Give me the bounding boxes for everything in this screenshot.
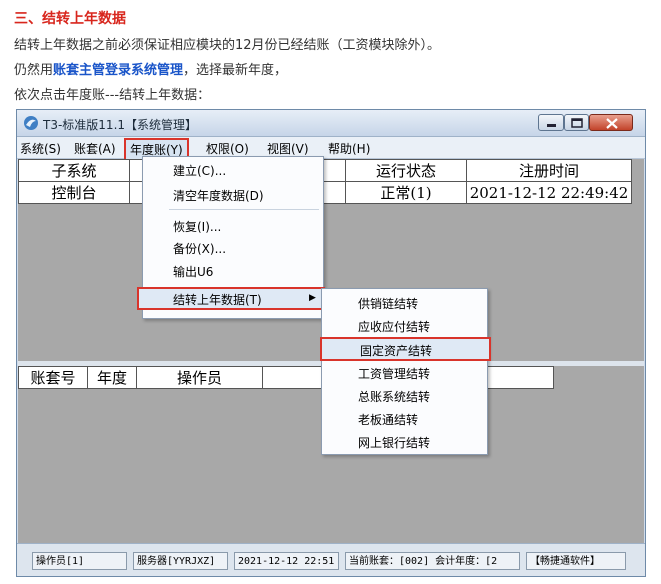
subsystem-table: 子系统 站点 运行状态 注册时间 控制台 正常(1) 2021-12-12 22…	[18, 159, 632, 204]
menu-system[interactable]: 系统(S)	[20, 140, 61, 157]
system-management-window: T3-标准版11.1【系统管理】 系统(S) 账套(A) 年度账(Y) 权限(O…	[16, 109, 646, 577]
menu-item-export-u6[interactable]: 输出U6	[173, 263, 213, 280]
column-header: 年度	[87, 366, 137, 389]
table-cell: 2021-12-12 22:49:42	[466, 181, 632, 204]
maximize-icon	[571, 118, 583, 128]
maximize-button[interactable]	[564, 114, 589, 131]
table-cell: 正常(1)	[345, 181, 467, 204]
column-header: 运行状态	[345, 159, 467, 182]
year-account-dropdown: 建立(C)... 清空年度数据(D) 恢复(I)... 备份(X)... 输出U…	[137, 156, 325, 319]
submenu-item-fixed-assets[interactable]: 固定资产结转	[320, 337, 491, 361]
column-header: 注册时间	[466, 159, 632, 182]
submenu-item-online-banking[interactable]: 网上银行结转	[358, 434, 430, 451]
menu-item-clear-year-data[interactable]: 清空年度数据(D)	[173, 187, 264, 204]
paragraph-login-post: ，选择最新年度，	[183, 63, 288, 78]
status-account-year: 当前账套：[002] 会计年度：[2	[345, 552, 520, 570]
admin-login-highlight: 账套主管登录系统管理	[53, 63, 184, 78]
menu-item-label: 结转上年数据(T)	[173, 293, 262, 307]
menu-item-carryover-prior-year[interactable]: 结转上年数据(T) ▶	[137, 287, 325, 310]
column-header: 账套号	[18, 366, 88, 389]
menu-item-create[interactable]: 建立(C)...	[173, 162, 226, 179]
paragraph-login: 仍然用账套主管登录系统管理，选择最新年度，	[14, 59, 287, 78]
submenu-item-payroll[interactable]: 工资管理结转	[358, 365, 430, 382]
submenu-arrow-icon: ▶	[309, 293, 316, 303]
section-heading: 三、结转上年数据	[14, 11, 126, 27]
column-header: 子系统	[18, 159, 130, 182]
close-button[interactable]	[589, 114, 633, 131]
submenu-item-boss-link[interactable]: 老板通结转	[358, 411, 418, 428]
close-icon	[606, 118, 618, 129]
column-header: 操作员	[136, 366, 263, 389]
minimize-button[interactable]	[538, 114, 564, 131]
submenu-item-general-ledger[interactable]: 总账系统结转	[358, 388, 430, 405]
window-title: T3-标准版11.1【系统管理】	[43, 118, 198, 132]
menu-view[interactable]: 视图(V)	[267, 140, 309, 157]
table-header-row: 子系统 站点 运行状态 注册时间	[18, 159, 632, 182]
paragraph-prerequisite: 结转上年数据之前必须保证相应模块的12月份已经结账（工资模块除外）。	[14, 38, 441, 53]
table-row[interactable]: 控制台 正常(1) 2021-12-12 22:49:42	[18, 181, 632, 204]
status-datetime: 2021-12-12 22:51	[234, 552, 339, 570]
menu-item-backup[interactable]: 备份(X)...	[173, 240, 226, 257]
minimize-icon	[547, 124, 556, 127]
status-bar: 操作员[1] 服务器[YYRJXZ] 2021-12-12 22:51 当前账套…	[17, 543, 645, 576]
menu-permission[interactable]: 权限(O)	[206, 140, 249, 157]
menu-item-restore[interactable]: 恢复(I)...	[173, 218, 221, 235]
table-cell: 控制台	[18, 181, 130, 204]
paragraph-login-pre: 仍然用	[14, 63, 54, 78]
paragraph-steps: 依次点击年度账---结转上年数据：	[14, 88, 211, 103]
menu-separator	[169, 209, 319, 210]
t3-app-icon	[24, 116, 38, 130]
status-brand: 【畅捷通软件】	[526, 552, 626, 570]
status-server: 服务器[YYRJXZ]	[133, 552, 228, 570]
submenu-item-label: 固定资产结转	[360, 344, 433, 358]
carryover-submenu: 供销链结转 应收应付结转 固定资产结转 工资管理结转 总账系统结转 老板通结转 …	[320, 288, 491, 455]
title-bar[interactable]: T3-标准版11.1【系统管理】	[17, 110, 645, 137]
status-operator: 操作员[1]	[32, 552, 127, 570]
menu-help[interactable]: 帮助(H)	[328, 140, 370, 157]
menu-bar: 系统(S) 账套(A) 年度账(Y) 权限(O) 视图(V) 帮助(H)	[17, 137, 645, 161]
menu-account[interactable]: 账套(A)	[74, 140, 116, 157]
submenu-item-receivable-payable[interactable]: 应收应付结转	[358, 318, 430, 335]
submenu-item-supply-chain[interactable]: 供销链结转	[358, 295, 418, 312]
